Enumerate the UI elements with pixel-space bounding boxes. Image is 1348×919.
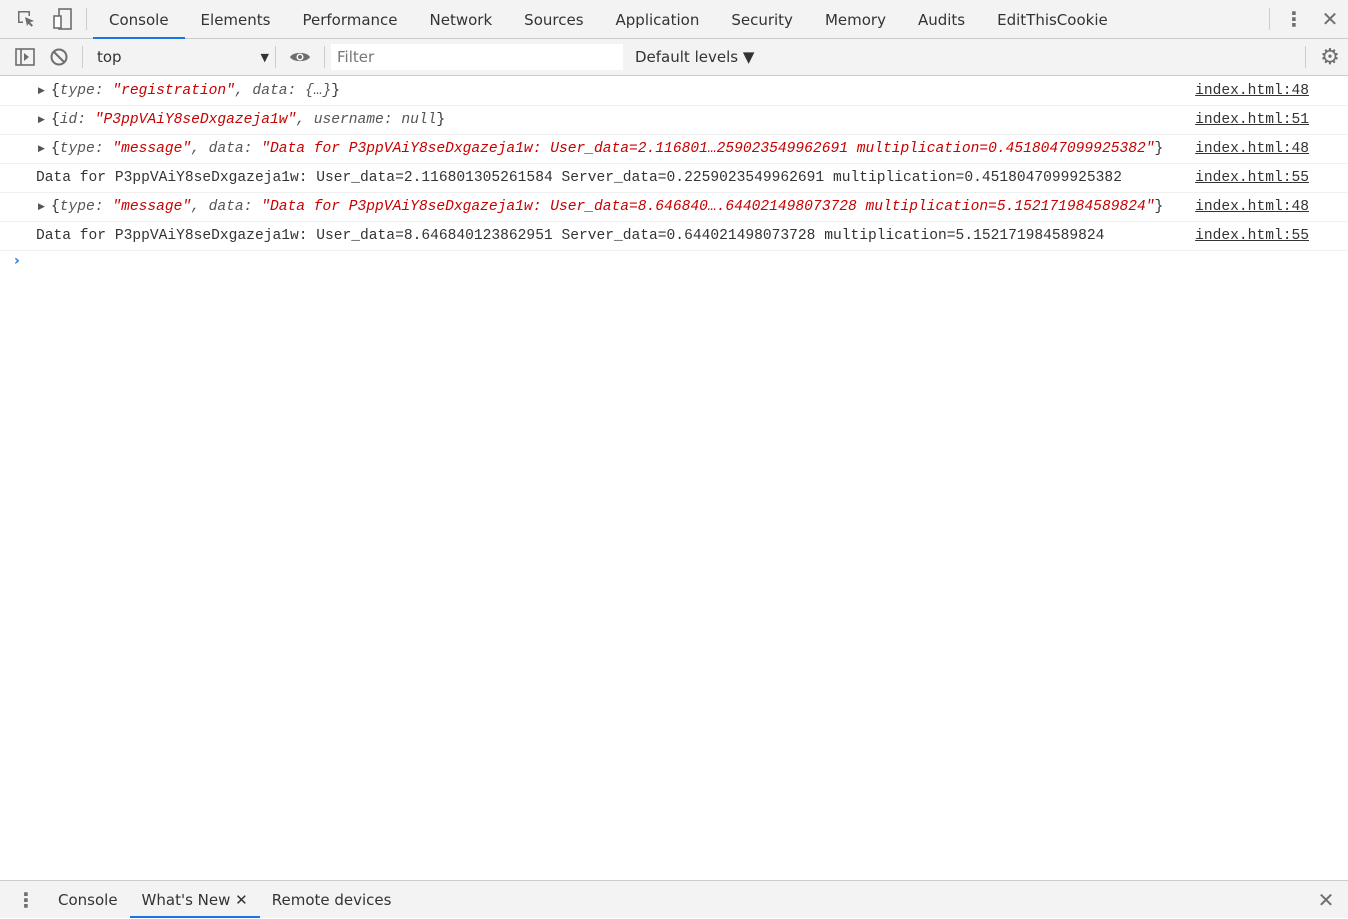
console-toolbar: top ▼ Default levels ▼ ⚙ — [0, 39, 1348, 76]
tab-elements[interactable]: Elements — [185, 0, 287, 39]
log-text-row: Data for P3ppVAiY8seDxgazeja1w: User_dat… — [0, 164, 1348, 193]
log-object-row: ▶ {id: "P3ppVAiY8seDxgazeja1w", username:… — [0, 106, 1348, 135]
tab-editthiscookie[interactable]: EditThisCookie — [981, 0, 1124, 39]
log-text-row: Data for P3ppVAiY8seDxgazeja1w: User_dat… — [0, 222, 1348, 251]
expand-triangle-icon[interactable]: ▶ — [38, 115, 45, 125]
log-message: Data for P3ppVAiY8seDxgazeja1w: User_dat… — [36, 228, 1105, 244]
object-text: { — [51, 83, 60, 99]
tab-console[interactable]: Console — [93, 0, 185, 39]
divider — [86, 8, 87, 30]
drawer-tab-label: Console — [58, 891, 118, 909]
drawer-tab-label: Remote devices — [271, 891, 392, 909]
close-drawer-icon[interactable]: ✕ — [1304, 888, 1348, 912]
close-tab-icon[interactable]: ✕ — [230, 891, 248, 909]
eye-icon[interactable] — [282, 50, 318, 64]
expand-triangle-icon[interactable]: ▶ — [38, 144, 45, 154]
divider — [275, 46, 276, 68]
object-text: } — [1154, 199, 1164, 215]
drawer-tab-remote-devices[interactable]: Remote devices — [260, 881, 404, 918]
object-text: } — [331, 83, 341, 99]
string-value: "message" — [112, 141, 192, 157]
inspect-element-icon[interactable] — [6, 9, 46, 29]
object-text: , data: — [191, 141, 262, 157]
tab-network[interactable]: Network — [414, 0, 509, 39]
object-text: { — [51, 141, 60, 157]
source-link[interactable]: index.html:48 — [1195, 199, 1309, 215]
object-text: type: — [59, 83, 113, 99]
tab-memory[interactable]: Memory — [809, 0, 902, 39]
source-link[interactable]: index.html:51 — [1195, 112, 1309, 128]
log-message: Data for P3ppVAiY8seDxgazeja1w: User_dat… — [36, 170, 1122, 186]
object-text: , data: {…} — [234, 83, 332, 99]
drawer-tab-what-s-new[interactable]: What's New ✕ — [129, 881, 260, 918]
object-text: { — [51, 112, 60, 128]
object-text: , username: null — [296, 112, 437, 128]
gear-icon[interactable]: ⚙ — [1312, 45, 1348, 70]
divider — [324, 46, 325, 68]
device-toolbar-icon[interactable] — [46, 8, 80, 30]
log-levels-dropdown[interactable]: Default levels ▼ — [635, 48, 754, 66]
object-text: type: — [59, 141, 113, 157]
object-text: type: — [59, 199, 113, 215]
expand-triangle-icon[interactable]: ▶ — [38, 86, 45, 96]
expand-triangle-icon[interactable]: ▶ — [38, 202, 45, 212]
string-value: "P3ppVAiY8seDxgazeja1w" — [94, 112, 297, 128]
source-link[interactable]: index.html:48 — [1195, 83, 1309, 99]
object-text: { — [51, 199, 60, 215]
object-text: } — [1154, 141, 1164, 157]
divider — [82, 46, 83, 68]
drawer-tab-label: What's New — [141, 891, 231, 909]
divider — [1305, 46, 1306, 68]
tab-sources[interactable]: Sources — [508, 0, 599, 39]
context-value: top — [97, 48, 122, 66]
object-text: id: — [59, 112, 95, 128]
object-text: , data: — [191, 199, 262, 215]
tab-performance[interactable]: Performance — [286, 0, 413, 39]
log-object-row: ▶ {type: "message", data: "Data for P3ppV… — [0, 135, 1348, 164]
tab-application[interactable]: Application — [600, 0, 716, 39]
drawer-tab-console[interactable]: Console — [46, 881, 130, 918]
string-value: "registration" — [112, 83, 235, 99]
object-text: } — [436, 112, 446, 128]
source-link[interactable]: index.html:55 — [1195, 228, 1309, 244]
drawer-menu-icon[interactable]: ⋮ — [6, 888, 46, 912]
source-link[interactable]: index.html:48 — [1195, 141, 1309, 157]
console-prompt-chevron-icon[interactable]: › — [14, 253, 20, 269]
drawer-bar: ⋮ Console What's New ✕ Remote devices ✕ — [0, 880, 1348, 918]
divider — [1269, 8, 1270, 30]
string-value: "message" — [112, 199, 192, 215]
context-selector[interactable]: top ▼ — [89, 48, 269, 66]
log-object-row: ▶ {type: "message", data: "Data for P3ppV… — [0, 193, 1348, 222]
console-messages: ▶{type: "registration", data: {…}} index.… — [0, 77, 1348, 251]
sidebar-toggle-icon[interactable] — [8, 48, 42, 66]
log-object-row: ▶ {type: "registration", data: {…}} index.… — [0, 77, 1348, 106]
string-value: "Data for P3ppVAiY8seDxgazeja1w: User_da… — [261, 141, 1155, 157]
clear-console-icon[interactable] — [42, 48, 76, 66]
string-value: "Data for P3ppVAiY8seDxgazeja1w: User_da… — [261, 199, 1155, 215]
close-devtools-icon[interactable]: ✕ — [1312, 7, 1348, 31]
more-options-icon[interactable]: ⋮ — [1276, 7, 1312, 31]
dropdown-arrow-icon: ▼ — [260, 51, 269, 64]
source-link[interactable]: index.html:55 — [1195, 170, 1309, 186]
tab-audits[interactable]: Audits — [902, 0, 981, 39]
tab-security[interactable]: Security — [715, 0, 809, 39]
devtools-tab-bar: Console Elements Performance Network Sources… — [0, 0, 1348, 39]
filter-input[interactable] — [331, 44, 623, 70]
